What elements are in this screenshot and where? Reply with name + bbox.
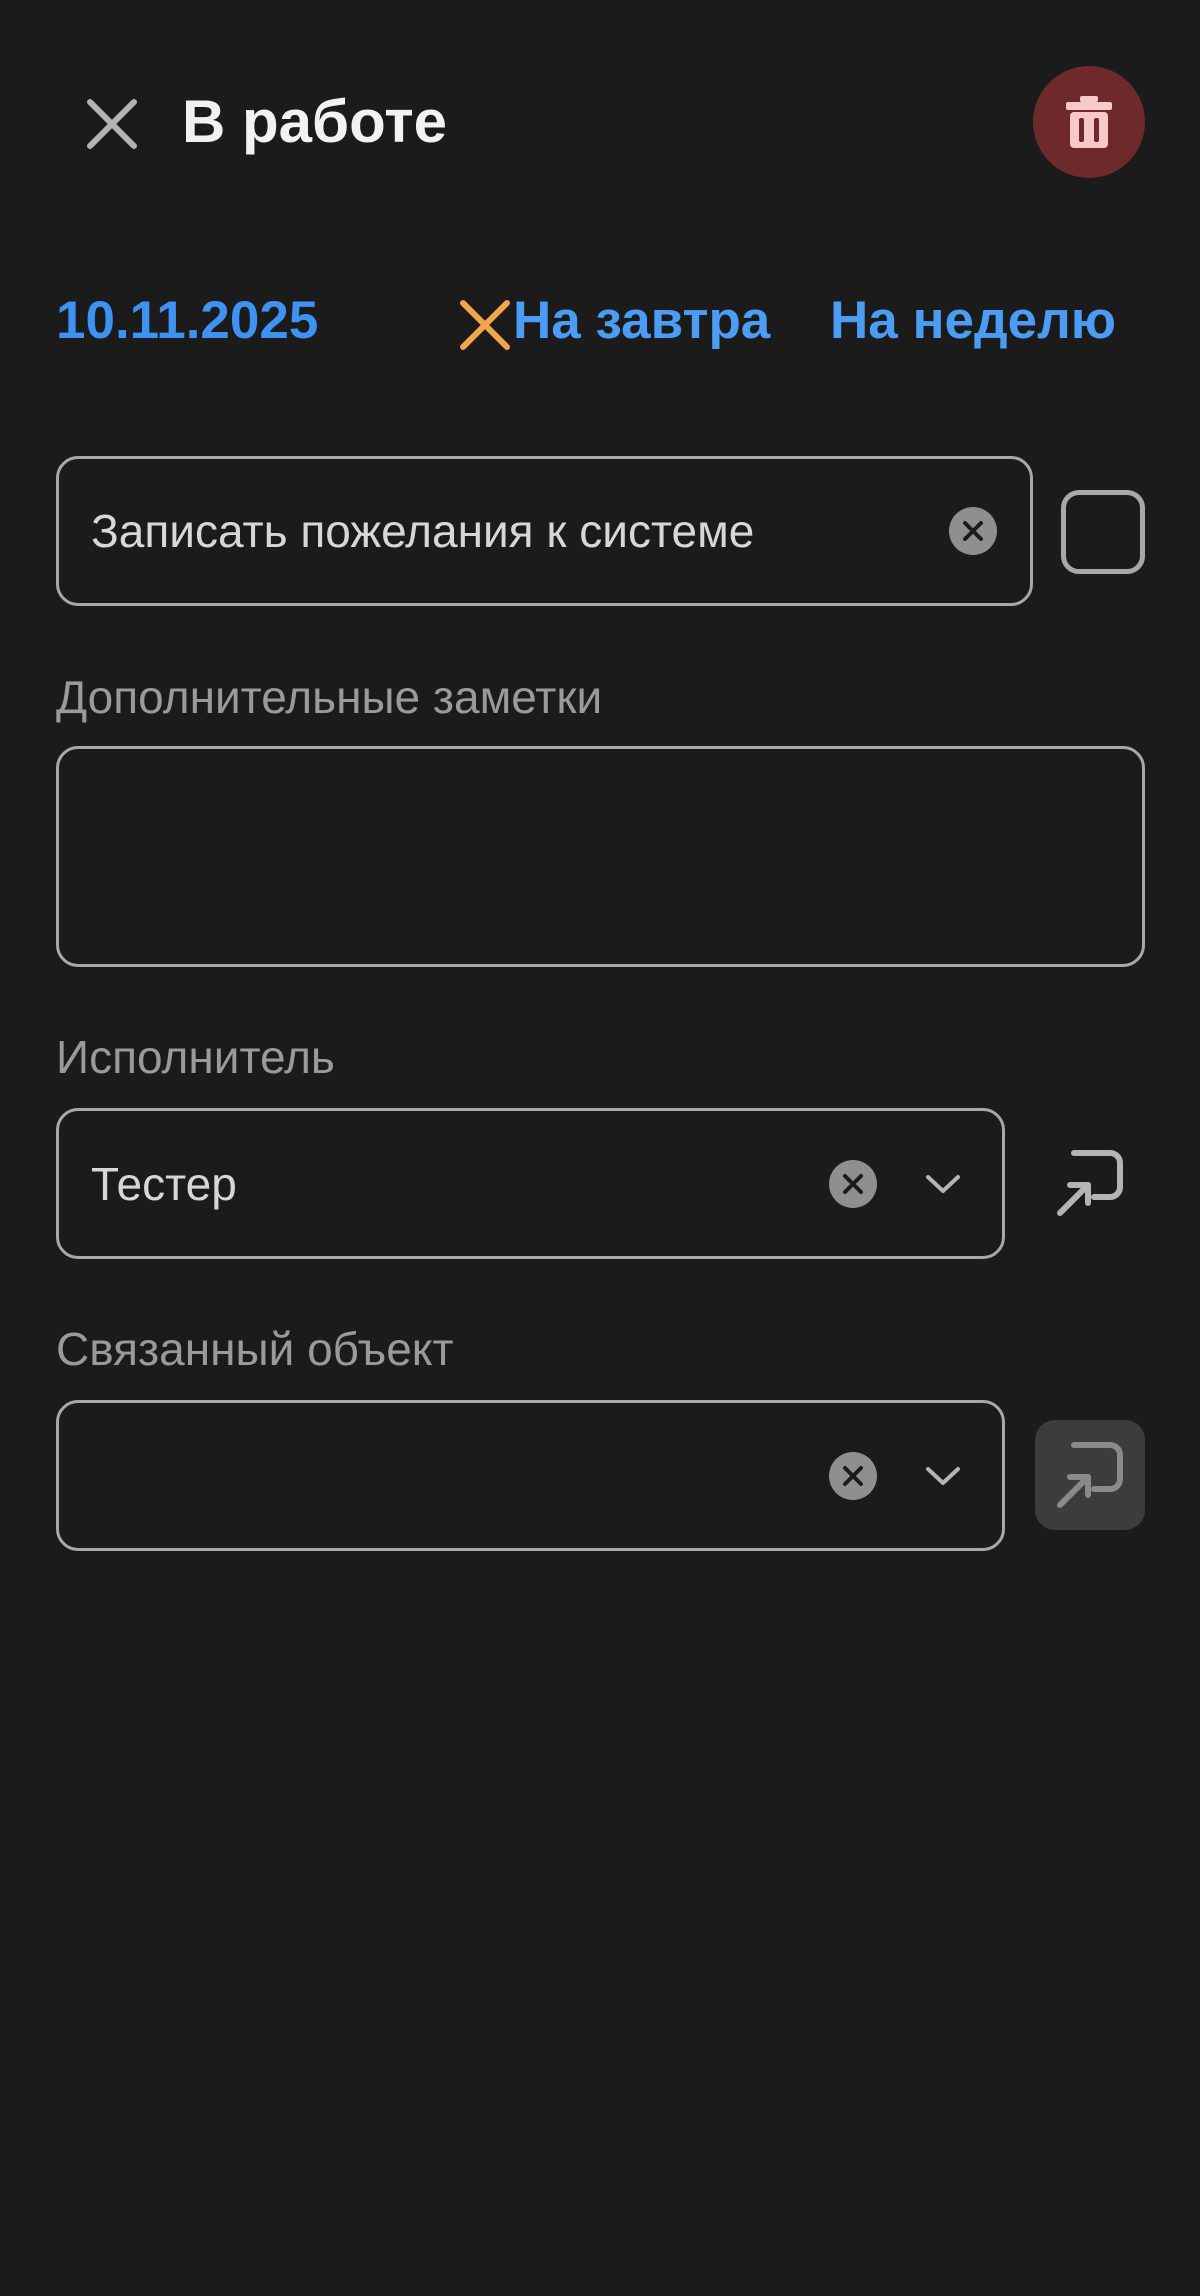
clear-icon xyxy=(963,521,983,541)
open-executor-button[interactable] xyxy=(1035,1128,1145,1238)
task-edit-screen: В работе 10.11.2025 На завтра На неделю … xyxy=(0,0,1200,2296)
open-related-object-button[interactable] xyxy=(1035,1420,1145,1530)
clear-icon xyxy=(843,1174,863,1194)
notes-label: Дополнительные заметки xyxy=(56,671,603,723)
notes-textarea[interactable] xyxy=(56,746,1145,967)
open-link-icon xyxy=(1057,1442,1123,1508)
task-name-input[interactable]: Записать пожелания к системе xyxy=(56,456,1033,606)
clear-related-object-button[interactable] xyxy=(829,1452,877,1500)
set-week-link[interactable]: На неделю xyxy=(830,290,1116,351)
trash-icon xyxy=(1066,96,1112,148)
due-date[interactable]: 10.11.2025 xyxy=(56,290,318,351)
set-tomorrow-link[interactable]: На завтра xyxy=(513,290,770,351)
executor-value: Тестер xyxy=(91,1157,237,1210)
related-object-dropdown-toggle[interactable] xyxy=(921,1454,965,1498)
executor-select[interactable]: Тестер xyxy=(56,1108,1005,1259)
page-title: В работе xyxy=(182,88,447,155)
chevron-down-icon xyxy=(926,1175,960,1193)
clear-executor-button[interactable] xyxy=(829,1160,877,1208)
clear-icon xyxy=(843,1466,863,1486)
due-date-row: 10.11.2025 На завтра На неделю xyxy=(56,280,1156,360)
header: В работе xyxy=(0,0,1200,240)
open-link-icon xyxy=(1057,1150,1123,1216)
related-object-label: Связанный объект xyxy=(56,1323,454,1375)
clear-date-button[interactable] xyxy=(452,292,518,358)
task-done-checkbox[interactable] xyxy=(1061,490,1145,574)
x-icon xyxy=(460,300,510,350)
close-icon xyxy=(87,99,137,149)
executor-label: Исполнитель xyxy=(56,1031,335,1083)
chevron-down-icon xyxy=(926,1467,960,1485)
related-object-select[interactable] xyxy=(56,1400,1005,1551)
delete-button[interactable] xyxy=(1033,66,1145,178)
close-button[interactable] xyxy=(72,84,152,164)
clear-task-button[interactable] xyxy=(949,507,997,555)
executor-dropdown-toggle[interactable] xyxy=(921,1162,965,1206)
task-name-value: Записать пожелания к системе xyxy=(91,505,755,557)
